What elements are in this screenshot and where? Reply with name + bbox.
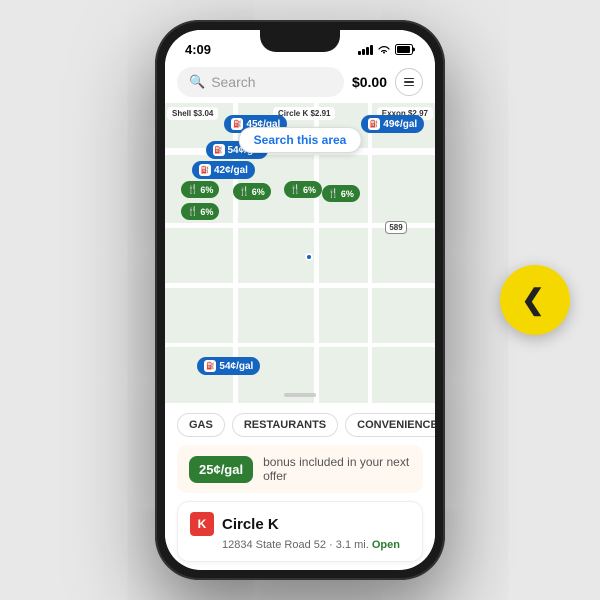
- station-distance: 3.1 mi.: [336, 539, 369, 551]
- fuel-pin-4[interactable]: ⛽ 42¢/gal: [192, 161, 255, 179]
- map-area[interactable]: 589 Shell $3.04 Circle K $2.91 Exxon $2.…: [165, 103, 435, 403]
- scene: 4:09: [0, 0, 600, 600]
- bonus-banner: 25¢/gal bonus included in your next offe…: [177, 445, 423, 493]
- station-address: 12834 State Road 52: [222, 539, 326, 551]
- station-label-shell: Shell $3.04: [167, 107, 218, 120]
- fuel-pin-5[interactable]: ⛽ 54¢/gal: [197, 357, 260, 375]
- menu-button[interactable]: [395, 68, 423, 96]
- price-display: $0.00: [352, 74, 387, 90]
- filter-tabs: GAS RESTAURANTS CONVENIENCE: [165, 403, 435, 445]
- restaurant-pin-1[interactable]: 🍴 6%: [181, 181, 219, 198]
- top-bar: 🔍 Search $0.00: [165, 61, 435, 103]
- phone-screen: 4:09: [165, 30, 435, 570]
- restaurant-pin-3[interactable]: 🍴 6%: [284, 181, 322, 198]
- chevron-left-icon: ❮: [521, 286, 544, 314]
- hamburger-icon: [404, 78, 414, 87]
- notch: [260, 30, 340, 52]
- status-time: 4:09: [185, 42, 211, 57]
- wifi-icon: [377, 45, 391, 55]
- fuel-pin-icon-3: ⛽: [213, 144, 225, 156]
- search-input[interactable]: Search: [211, 74, 255, 90]
- highway-badge: 589: [384, 217, 408, 237]
- station-status: Open: [372, 539, 400, 551]
- fuel-pin-2[interactable]: ⛽ 49¢/gal: [361, 115, 424, 133]
- search-this-area-button[interactable]: Search this area: [239, 127, 362, 153]
- scroll-indicator: [284, 393, 316, 397]
- fuel-pin-icon-1: ⛽: [231, 118, 243, 130]
- back-button[interactable]: ❮: [500, 265, 570, 335]
- fuel-pin-icon-4: ⛽: [199, 164, 211, 176]
- station-name: Circle K: [222, 516, 279, 533]
- tab-gas[interactable]: GAS: [177, 413, 225, 437]
- search-box[interactable]: 🔍 Search: [177, 67, 344, 97]
- bonus-pill: 25¢/gal: [189, 456, 253, 483]
- restaurant-pin-5[interactable]: 🍴 6%: [181, 203, 219, 220]
- phone-shell: 4:09: [155, 20, 445, 580]
- tab-restaurants[interactable]: RESTAURANTS: [232, 413, 338, 437]
- battery-icon: [395, 44, 415, 55]
- restaurant-pin-4[interactable]: 🍴 6%: [322, 185, 360, 202]
- bottom-section: GAS RESTAURANTS CONVENIENCE 25¢/gal bonu…: [165, 403, 435, 570]
- fuel-pin-icon-2: ⛽: [368, 118, 380, 130]
- bonus-text: bonus included in your next offer: [263, 455, 411, 483]
- signal-icon: [358, 45, 373, 55]
- station-card-header: K Circle K: [190, 512, 410, 536]
- tab-convenience[interactable]: CONVENIENCE: [345, 413, 435, 437]
- station-card[interactable]: K Circle K 12834 State Road 52 · 3.1 mi.…: [177, 501, 423, 562]
- station-logo: K: [190, 512, 214, 536]
- fuel-pin-icon-5: ⛽: [204, 360, 216, 372]
- restaurant-pin-2[interactable]: 🍴 6%: [233, 183, 271, 200]
- search-icon: 🔍: [189, 74, 205, 90]
- station-info: 12834 State Road 52 · 3.1 mi. Open: [222, 539, 410, 551]
- status-icons: [358, 44, 415, 55]
